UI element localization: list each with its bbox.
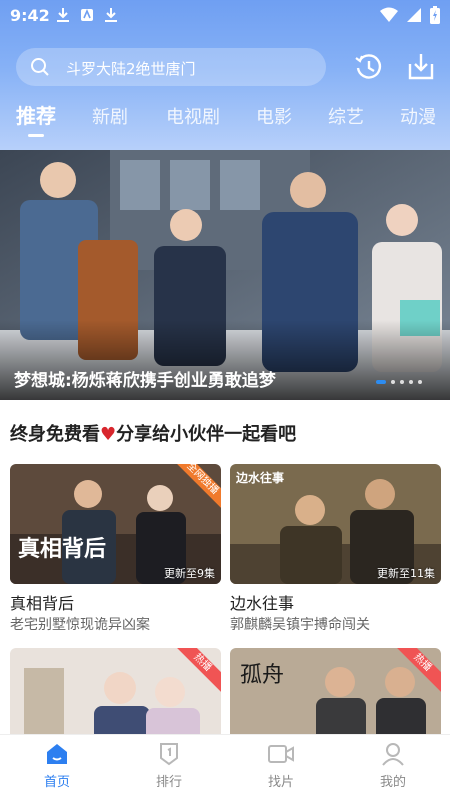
download-button[interactable] xyxy=(404,50,438,84)
nav-ranking[interactable]: 排行 xyxy=(129,741,209,790)
carousel-dot xyxy=(409,380,413,384)
carousel-dot xyxy=(391,380,395,384)
banner-title: 梦想城:杨烁蒋欣携手创业勇敢追梦 xyxy=(14,371,276,391)
download-icon xyxy=(57,8,69,22)
video-subtitle: 老宅别墅惊现诡异凶案 xyxy=(10,617,150,633)
video-title: 边水往事 xyxy=(230,594,295,613)
video-thumbnail: 真相背后 全网独播 更新至9集 xyxy=(10,464,221,584)
signal-icon xyxy=(407,8,421,22)
carousel-dot xyxy=(400,380,404,384)
video-thumbnail: 边水往事 更新至11集 xyxy=(230,464,441,584)
wifi-icon xyxy=(380,7,398,22)
tab-anime[interactable]: 动漫 xyxy=(400,103,436,129)
battery-icon xyxy=(430,6,440,24)
hot-tag: 热播 xyxy=(175,648,221,694)
nav-profile[interactable]: 我的 xyxy=(353,741,433,790)
profile-icon xyxy=(382,743,404,766)
search-input[interactable]: 斗罗大陆2绝世唐门 xyxy=(16,48,326,86)
exclusive-tag: 全网独播 xyxy=(175,464,221,510)
notification-icons xyxy=(56,7,118,23)
banner-carousel[interactable]: 梦想城:杨烁蒋欣携手创业勇敢追梦 xyxy=(0,150,450,400)
home-icon xyxy=(47,744,67,764)
history-button[interactable] xyxy=(352,50,386,84)
video-card[interactable]: 真相背后 全网独播 更新至9集 真相背后 老宅别墅惊现诡异凶案 xyxy=(10,464,221,633)
nav-ranking-label: 排行 xyxy=(155,775,182,790)
tab-new-drama[interactable]: 新剧 xyxy=(92,103,128,129)
tab-movie[interactable]: 电影 xyxy=(256,103,292,129)
app-icon xyxy=(81,8,93,21)
thumbnail-title-text: 孤舟 xyxy=(240,663,284,688)
status-time: 9:42 xyxy=(10,6,50,25)
history-icon xyxy=(355,54,382,79)
episode-badge: 更新至9集 xyxy=(164,567,215,580)
heart-icon: ♥ xyxy=(100,424,117,445)
category-tabs: 推荐 新剧 电视剧 电影 综艺 动漫 xyxy=(0,100,450,144)
episode-badge: 更新至11集 xyxy=(377,567,435,580)
search-icon xyxy=(31,58,49,76)
tab-indicator xyxy=(28,134,44,137)
tab-recommend[interactable]: 推荐 xyxy=(16,100,56,129)
tab-variety[interactable]: 综艺 xyxy=(328,103,364,129)
system-icons xyxy=(380,6,440,24)
carousel-dot-active xyxy=(376,380,386,384)
video-card[interactable]: 边水往事 更新至11集 边水往事 郭麒麟吴镇宇搏命闯关 xyxy=(230,464,441,633)
nav-home-label: 首页 xyxy=(43,775,70,790)
carousel-dot xyxy=(418,380,422,384)
search-placeholder: 斗罗大陆2绝世唐门 xyxy=(66,60,196,78)
nav-home[interactable]: 首页 xyxy=(17,741,97,790)
thumbnail-title-text: 边水往事 xyxy=(235,470,284,485)
video-icon xyxy=(268,745,294,763)
ranking-icon xyxy=(160,743,178,766)
bottom-navigation: 首页 排行 找片 我的 xyxy=(0,734,450,800)
download-icon xyxy=(105,8,117,22)
nav-find-label: 找片 xyxy=(267,775,294,790)
download-icon xyxy=(408,54,434,80)
section-title: 终身免费看♥分享给小伙伴一起看吧 xyxy=(10,424,297,445)
hot-tag: 热播 xyxy=(395,648,441,694)
carousel-dots xyxy=(376,380,422,384)
video-title: 真相背后 xyxy=(10,594,75,613)
thumbnail-title-text: 真相背后 xyxy=(18,536,106,562)
status-bar: 9:42 xyxy=(0,0,450,32)
tab-tv-series[interactable]: 电视剧 xyxy=(166,103,220,129)
video-subtitle: 郭麒麟吴镇宇搏命闯关 xyxy=(230,617,370,633)
nav-profile-label: 我的 xyxy=(379,775,406,790)
nav-find[interactable]: 找片 xyxy=(241,741,321,790)
